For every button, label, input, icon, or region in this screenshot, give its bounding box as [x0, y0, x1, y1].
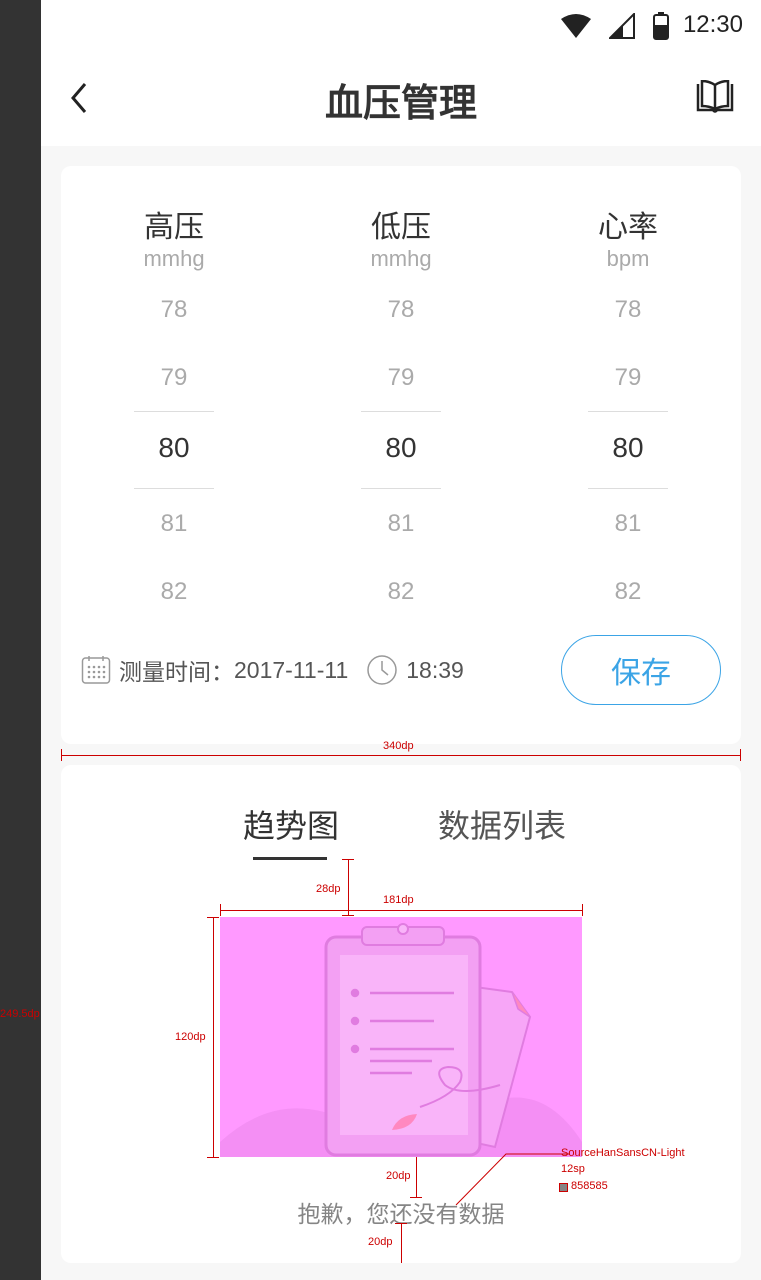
picker-value: 78	[160, 296, 188, 323]
calendar-icon[interactable]	[81, 655, 111, 685]
signal-icon	[609, 13, 635, 39]
book-icon	[696, 79, 734, 113]
tab-data-list[interactable]: 数据列表	[438, 801, 566, 847]
dim-tick	[582, 904, 583, 916]
picker-divider	[588, 411, 668, 412]
dim-tick	[207, 1157, 219, 1158]
picker-label: 低压	[371, 210, 431, 245]
clock-icon[interactable]	[366, 654, 398, 686]
dim-tick	[207, 917, 219, 918]
picker-label: 高压	[144, 210, 204, 245]
dim-line-20b	[401, 1223, 402, 1263]
empty-state-illustration	[220, 917, 582, 1157]
picker-value: 81	[614, 510, 642, 537]
picker-divider	[361, 411, 441, 412]
dim-line-181	[220, 910, 582, 911]
dim-tick-left	[61, 749, 62, 761]
picker-value: 81	[160, 510, 188, 537]
picker-unit: mmhg	[143, 246, 205, 271]
save-button[interactable]: 保存	[561, 635, 721, 705]
picker-value: 82	[387, 578, 415, 605]
status-bar: 12:30	[41, 0, 761, 52]
annotation-leader-line	[455, 1153, 569, 1206]
dim-tick	[410, 1197, 422, 1198]
picker-value: 79	[160, 364, 188, 391]
dim-label-20a: 20dp	[386, 1170, 411, 1182]
dim-tick	[220, 904, 221, 916]
picker-value: 79	[614, 364, 642, 391]
picker-card: 高压 mmhg 78 79 80 81 82 低压 mmhg 78 79 80 …	[61, 166, 741, 744]
picker-unit: bpm	[606, 246, 650, 271]
measure-time[interactable]: 18:39	[406, 657, 464, 684]
dim-tick	[342, 915, 354, 916]
font-spec-size: 12sp	[561, 1163, 585, 1175]
picker-label: 心率	[598, 210, 658, 245]
battery-icon	[653, 12, 669, 40]
chart-card: 趋势图 数据列表 抱歉，您还没有数据 28dp 181dp 120dp 20dp…	[61, 765, 741, 1263]
left-strip	[0, 0, 41, 1280]
picker-unit: mmhg	[370, 246, 432, 271]
picker-value: 78	[614, 296, 642, 323]
measure-time-row: 测量时间： 2017-11-11 18:39	[81, 654, 464, 686]
app-bar: 血压管理	[41, 52, 761, 146]
measure-date[interactable]: 2017-11-11	[234, 657, 348, 684]
dim-line-28	[348, 859, 349, 915]
picker-divider	[134, 488, 214, 489]
dim-line-340	[61, 755, 741, 756]
dim-label-181: 181dp	[383, 894, 414, 906]
color-swatch	[559, 1183, 568, 1192]
dim-line-120	[213, 917, 214, 1157]
measure-time-label: 测量时间：	[119, 660, 234, 686]
picker-value: 82	[614, 578, 642, 605]
picker-selected-value: 80	[612, 432, 644, 463]
picker-divider	[134, 411, 214, 412]
dim-line-20a	[416, 1157, 417, 1197]
dim-label-249: 249.5dp	[0, 1008, 40, 1020]
picker-value: 82	[160, 578, 188, 605]
wifi-icon	[561, 14, 591, 38]
screen: 12:30 血压管理 高压 mmhg 78 79 80 81 82 低压 mmh…	[41, 0, 761, 1280]
dim-label-120: 120dp	[175, 1031, 206, 1043]
tab-indicator	[253, 857, 327, 860]
guide-button[interactable]	[695, 79, 735, 120]
tab-trend[interactable]: 趋势图	[243, 801, 339, 847]
dim-label-28: 28dp	[316, 883, 341, 895]
clipboard-icon	[220, 923, 582, 1157]
picker-selected-value: 80	[158, 432, 190, 463]
picker-value: 81	[387, 510, 415, 537]
picker-value: 78	[387, 296, 415, 323]
status-time: 12:30	[682, 11, 743, 38]
font-spec-name: SourceHanSansCN-Light	[561, 1147, 685, 1159]
dim-tick	[342, 859, 354, 860]
dim-tick-right	[740, 749, 741, 761]
picker-value: 79	[387, 364, 415, 391]
page-title: 血压管理	[324, 81, 477, 125]
picker-divider	[588, 488, 668, 489]
dim-tick	[395, 1223, 407, 1224]
font-spec-color: 858585	[571, 1180, 608, 1192]
dim-label-20b: 20dp	[368, 1236, 393, 1248]
picker-divider	[361, 488, 441, 489]
dim-label-340: 340dp	[383, 740, 414, 752]
picker-selected-value: 80	[385, 432, 417, 463]
